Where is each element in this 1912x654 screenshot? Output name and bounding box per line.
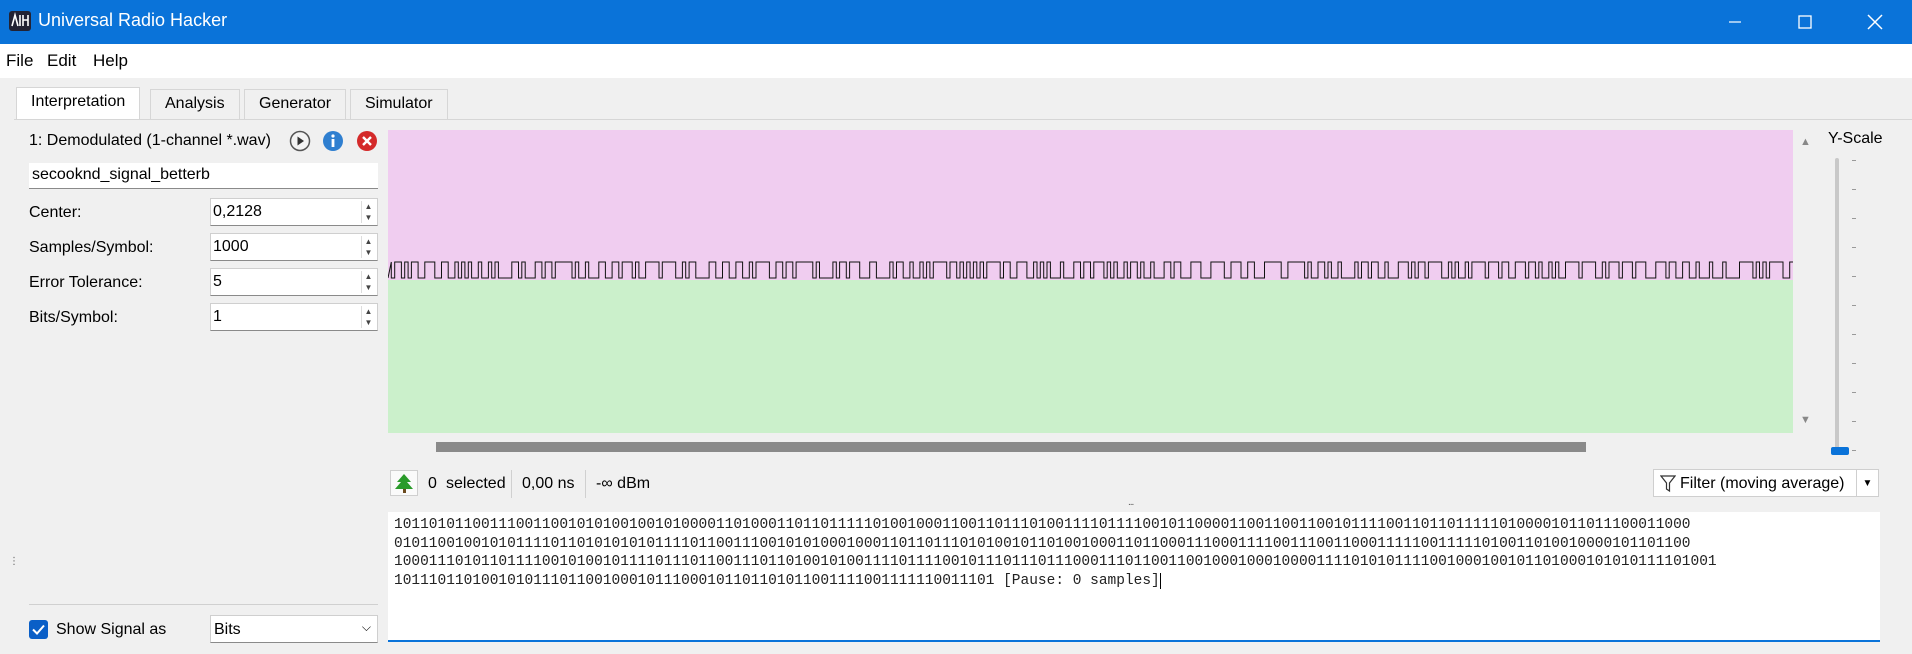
- close-icon: [357, 131, 377, 151]
- error-tolerance-spinbox[interactable]: 5 ▲ ▼: [210, 268, 378, 296]
- horizontal-scrollbar[interactable]: [436, 442, 1586, 452]
- bits-line: 1011101101001010111011001000101110001011…: [394, 572, 1004, 589]
- chevron-down-icon: ⌵: [361, 620, 371, 634]
- show-signal-as-select[interactable]: Bits ⌵: [210, 615, 378, 643]
- samples-per-symbol-spinbox[interactable]: 1000 ▲ ▼: [210, 233, 378, 261]
- scroll-down-icon[interactable]: ▼: [1800, 414, 1811, 426]
- scroll-up-icon[interactable]: ▲: [1800, 136, 1811, 148]
- show-signal-checkbox[interactable]: [29, 620, 48, 639]
- yscale-tick: [1852, 450, 1856, 451]
- yscale-slider-track[interactable]: [1835, 158, 1839, 453]
- filter-icon: [1660, 475, 1676, 493]
- bits-line: 1000111010110111100101001011110111011001…: [394, 554, 1717, 570]
- menu-help[interactable]: Help: [93, 51, 128, 71]
- app-icon: [8, 9, 32, 33]
- center-spinbox[interactable]: 0,2128 ▲ ▼: [210, 198, 378, 226]
- info-button[interactable]: [321, 129, 345, 153]
- checkmark-icon: [32, 624, 45, 635]
- selection-power: -∞ dBm: [596, 475, 651, 492]
- bits-per-symbol-spinbox[interactable]: 1 ▲ ▼: [210, 303, 378, 331]
- yscale-tick: [1852, 218, 1856, 219]
- samples-per-symbol-label: Samples/Symbol:: [29, 239, 154, 256]
- filter-button[interactable]: Filter (moving average) ▼: [1653, 469, 1879, 497]
- show-signal-label: Show Signal as: [56, 621, 167, 638]
- close-window-button[interactable]: [1840, 0, 1910, 44]
- tab-interpretation[interactable]: Interpretation: [16, 87, 141, 120]
- samples-per-symbol-value: 1000: [213, 238, 249, 255]
- autodetect-button[interactable]: [390, 470, 418, 496]
- selected-count: 0: [428, 475, 437, 492]
- yscale-tick: [1852, 363, 1856, 364]
- spin-arrows-icon[interactable]: ▲ ▼: [361, 306, 375, 328]
- divider: [29, 604, 378, 605]
- bits-line: 0101100100101011110110101010101111011001…: [394, 535, 1691, 552]
- yscale-tick: [1852, 421, 1856, 422]
- error-tolerance-label: Error Tolerance:: [29, 274, 143, 291]
- bits-line: 1011010110011100110010101001001010000110…: [394, 517, 1691, 533]
- yscale-tick: [1852, 305, 1856, 306]
- menu-file[interactable]: File: [6, 51, 33, 71]
- bits-per-symbol-label: Bits/Symbol:: [29, 309, 118, 326]
- yscale-ticks: [1852, 160, 1858, 460]
- selection-time: 0,00 ns: [522, 475, 575, 492]
- tab-analysis[interactable]: Analysis: [150, 89, 240, 119]
- pause-annotation: [Pause: 0 samples]: [1003, 572, 1160, 589]
- divider: [585, 470, 586, 498]
- spin-arrows-icon[interactable]: ▲ ▼: [361, 201, 375, 223]
- minimize-button[interactable]: [1700, 0, 1770, 44]
- yscale-tick: [1852, 334, 1856, 335]
- demodulated-bits-textarea[interactable]: 1011010110011100110010101001001010000110…: [388, 512, 1880, 642]
- menu-edit[interactable]: Edit: [47, 51, 76, 71]
- signal-header: 1: Demodulated (1-channel *.wav): [29, 132, 271, 149]
- maximize-button[interactable]: [1770, 0, 1840, 44]
- spin-arrows-icon[interactable]: ▲ ▼: [361, 236, 375, 258]
- yscale-tick: [1852, 160, 1856, 161]
- yscale-slider-handle[interactable]: [1831, 447, 1849, 455]
- waveform-trace: [388, 261, 1793, 279]
- tab-simulator[interactable]: Simulator: [350, 89, 448, 119]
- yscale-tick: [1852, 392, 1856, 393]
- show-signal-as-value: Bits: [214, 621, 241, 638]
- selected-label: selected: [446, 475, 506, 492]
- caret-down-icon[interactable]: ▼: [1856, 470, 1878, 496]
- signal-name-value: secooknd_signal_betterb: [32, 166, 210, 183]
- menu-bar: File Edit Help: [0, 44, 1912, 78]
- yscale-tick: [1852, 247, 1856, 248]
- play-button[interactable]: [288, 129, 312, 153]
- center-label: Center:: [29, 204, 82, 221]
- center-value: 0,2128: [213, 203, 262, 220]
- text-cursor: [1159, 572, 1161, 589]
- play-icon: [289, 130, 311, 152]
- info-icon: [323, 131, 343, 151]
- spin-arrows-icon[interactable]: ▲ ▼: [361, 271, 375, 293]
- error-tolerance-value: 5: [213, 273, 222, 290]
- filter-label: Filter (moving average): [1680, 475, 1845, 492]
- tab-generator[interactable]: Generator: [244, 89, 347, 119]
- signal-name-field[interactable]: secooknd_signal_betterb: [29, 163, 378, 189]
- bits-text: 1011010110011100110010101001001010000110…: [394, 516, 1717, 590]
- title-bar: Universal Radio Hacker: [0, 0, 1912, 44]
- close-signal-button[interactable]: [355, 129, 379, 153]
- waveform: [388, 261, 1793, 279]
- tree-icon: [395, 474, 413, 493]
- splitter-handle-icon[interactable]: ...: [1128, 497, 1134, 508]
- splitter-handle-icon[interactable]: ⋮: [9, 556, 19, 567]
- bits-per-symbol-value: 1: [213, 308, 222, 325]
- yscale-label: Y-Scale: [1828, 130, 1883, 147]
- yscale-tick: [1852, 276, 1856, 277]
- signal-view[interactable]: [388, 130, 1793, 433]
- divider: [511, 470, 512, 498]
- window-title: Universal Radio Hacker: [38, 10, 228, 30]
- yscale-tick: [1852, 189, 1856, 190]
